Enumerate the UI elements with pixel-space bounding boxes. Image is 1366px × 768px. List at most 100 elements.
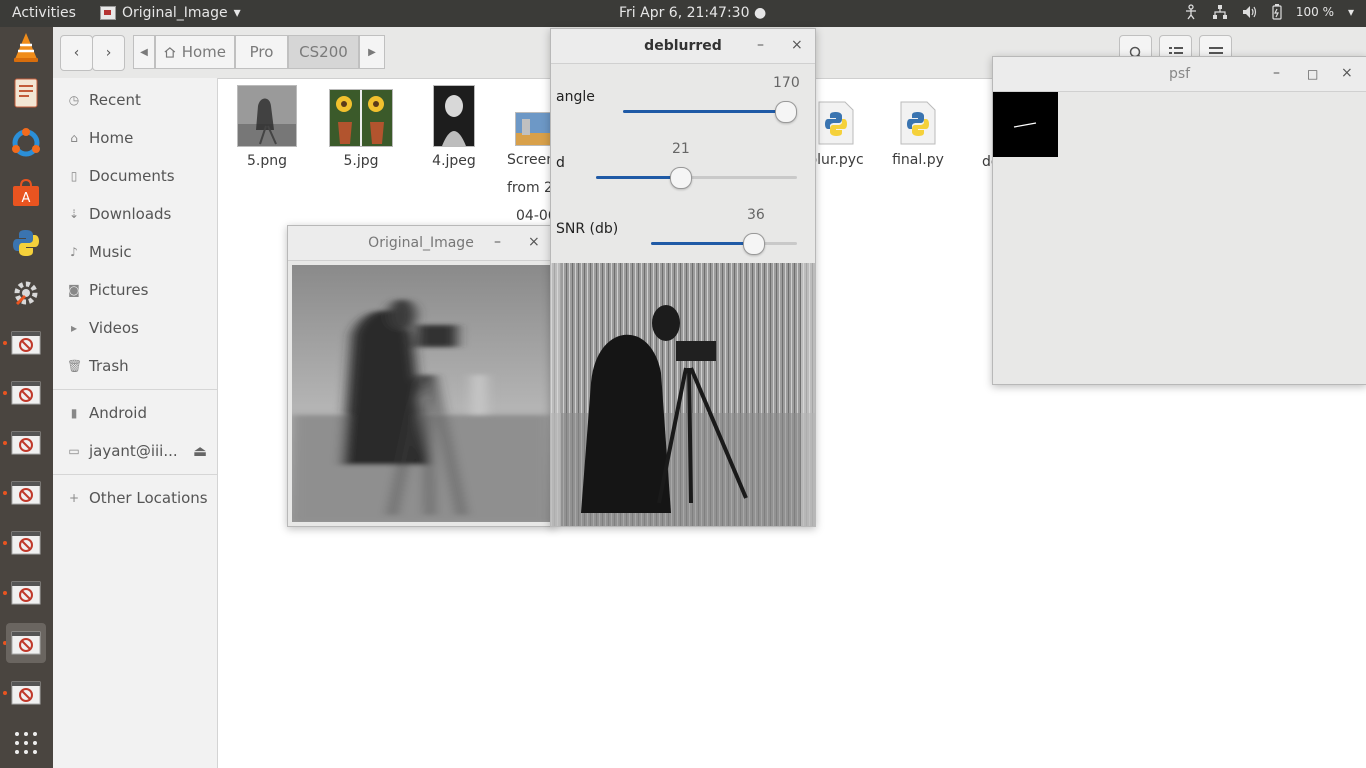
slider-label: angle	[556, 89, 595, 105]
file-item[interactable]: final.py	[888, 100, 948, 168]
close-icon[interactable]: ×	[791, 37, 803, 53]
breadcrumb-label: Home	[181, 43, 226, 61]
software-center-icon[interactable]: A	[6, 173, 46, 213]
top-bar: Activities Original_Image ▾ Fri Apr 6, 2…	[0, 0, 1366, 27]
minimize-icon[interactable]: –	[1273, 65, 1280, 81]
sidebar-item-documents[interactable]: ▯ Documents	[67, 167, 175, 185]
deblurred-window: deblurred – × angle 170 d 21 SNR (db) 36	[550, 28, 816, 527]
breadcrumb-pro[interactable]: Pro	[235, 35, 288, 69]
opencv-window-icon[interactable]	[6, 473, 46, 513]
file-item[interactable]: 5.png	[232, 85, 302, 169]
sidebar-item-label: Videos	[89, 319, 139, 337]
eject-icon[interactable]: ⏏	[193, 442, 207, 460]
d-slider[interactable]	[596, 167, 797, 189]
python-icon[interactable]	[6, 223, 46, 263]
window-titlebar[interactable]: deblurred – ×	[551, 29, 815, 64]
battery-icon[interactable]	[1272, 4, 1282, 20]
file-thumbnail	[433, 85, 475, 147]
sidebar-item-label: Downloads	[89, 205, 172, 223]
battery-percent: 100 %	[1295, 5, 1334, 19]
sidebar-item-android[interactable]: ▮ Android	[67, 404, 147, 422]
angle-slider[interactable]	[623, 101, 797, 123]
app-menu[interactable]: Original_Image ▾	[100, 5, 241, 21]
opencv-window-icon[interactable]	[6, 323, 46, 363]
music-icon: ♪	[70, 245, 78, 259]
file-thumbnail	[237, 85, 297, 147]
download-icon: ⇣	[68, 207, 80, 221]
app-icon	[100, 6, 116, 20]
breadcrumb-scroll-right[interactable]: ▶	[359, 35, 385, 69]
window-titlebar[interactable]: Original_Image – ×	[288, 226, 554, 261]
python-file-icon	[817, 100, 855, 146]
sidebar-item-recent[interactable]: ◷ Recent	[67, 91, 141, 109]
triangle-left-icon: ◀	[140, 46, 148, 58]
opencv-window-icon[interactable]	[6, 423, 46, 463]
opencv-window-icon[interactable]	[6, 523, 46, 563]
file-thumbnail	[329, 89, 393, 147]
ubuntu-software-icon[interactable]	[6, 123, 46, 163]
file-name: 5.png	[246, 153, 287, 169]
home-icon: ⌂	[70, 131, 78, 145]
show-applications-icon[interactable]	[6, 723, 46, 763]
chevron-right-icon: ›	[105, 45, 112, 61]
system-settings-icon[interactable]	[6, 273, 46, 313]
breadcrumb-home[interactable]: Home	[155, 35, 235, 69]
volume-icon[interactable]	[1242, 5, 1258, 19]
activities-button[interactable]: Activities	[12, 5, 76, 21]
sidebar-item-trash[interactable]: 🗑︎ Trash	[67, 357, 129, 375]
video-icon: ▸	[70, 321, 78, 335]
snr-slider[interactable]	[651, 233, 797, 255]
network-icon[interactable]	[1212, 4, 1228, 20]
breadcrumb-scroll-left[interactable]: ◀	[133, 35, 155, 69]
slider-label: d	[556, 155, 565, 171]
maximize-icon[interactable]: □	[1307, 67, 1318, 81]
clock-text: Fri Apr 6, 21:47:30	[619, 5, 750, 21]
window-title: deblurred	[644, 38, 722, 54]
system-tray[interactable]: 100 % ▾	[1184, 4, 1354, 20]
breadcrumb-cs200[interactable]: CS200	[288, 35, 359, 69]
sidebar-item-label: Other Locations	[89, 489, 208, 507]
file-item[interactable]: 4.jpeg	[419, 85, 489, 169]
minimize-icon[interactable]: –	[757, 37, 764, 53]
plus-icon: +	[68, 491, 80, 505]
slider-handle[interactable]	[775, 101, 797, 123]
vlc-icon[interactable]	[6, 27, 46, 67]
slider-handle[interactable]	[670, 167, 693, 189]
window-titlebar[interactable]: psf – □ ×	[993, 57, 1366, 92]
minimize-icon[interactable]: –	[494, 234, 501, 250]
sidebar-item-label: Recent	[89, 91, 141, 109]
blurred-image	[292, 265, 550, 522]
opencv-window-icon[interactable]	[6, 623, 46, 663]
forward-button[interactable]: ›	[92, 35, 125, 71]
notification-dot-icon: ●	[753, 5, 767, 21]
sidebar-item-home[interactable]: ⌂ Home	[67, 129, 133, 147]
sidebar-item-other-locations[interactable]: + Other Locations	[67, 489, 208, 507]
sidebar-item-videos[interactable]: ▸ Videos	[67, 319, 139, 337]
back-button[interactable]: ‹	[60, 35, 93, 71]
slider-handle[interactable]	[743, 233, 766, 255]
slider-label: SNR (db)	[556, 221, 619, 237]
clock[interactable]: Fri Apr 6, 21:47:30 ●	[619, 5, 766, 21]
opencv-window-icon[interactable]	[6, 573, 46, 613]
close-icon[interactable]: ×	[1341, 65, 1353, 81]
camera-icon: ◙	[68, 283, 80, 297]
file-item[interactable]: 5.jpg	[326, 89, 396, 169]
close-icon[interactable]: ×	[528, 234, 540, 250]
accessibility-icon[interactable]	[1184, 4, 1198, 20]
document-viewer-icon[interactable]	[6, 73, 46, 113]
sidebar-divider	[53, 389, 217, 390]
sidebar-item-music[interactable]: ♪ Music	[67, 243, 132, 261]
opencv-window-icon[interactable]	[6, 673, 46, 713]
sidebar-item-label: Music	[89, 243, 132, 261]
network-drive-icon: ▭	[68, 444, 80, 458]
opencv-window-icon[interactable]	[6, 373, 46, 413]
svg-text:A: A	[22, 191, 31, 206]
sidebar-item-downloads[interactable]: ⇣ Downloads	[67, 205, 171, 223]
chevron-down-icon: ▾	[1347, 5, 1354, 19]
original-image-window: Original_Image – ×	[287, 225, 555, 527]
sidebar-item-pictures[interactable]: ◙ Pictures	[67, 281, 148, 299]
deblurred-image	[551, 263, 815, 526]
psf-kernel-image	[993, 92, 1058, 157]
sidebar-divider	[53, 474, 217, 475]
sidebar-item-remote[interactable]: ▭ jayant@iii... ⏏	[67, 442, 207, 460]
